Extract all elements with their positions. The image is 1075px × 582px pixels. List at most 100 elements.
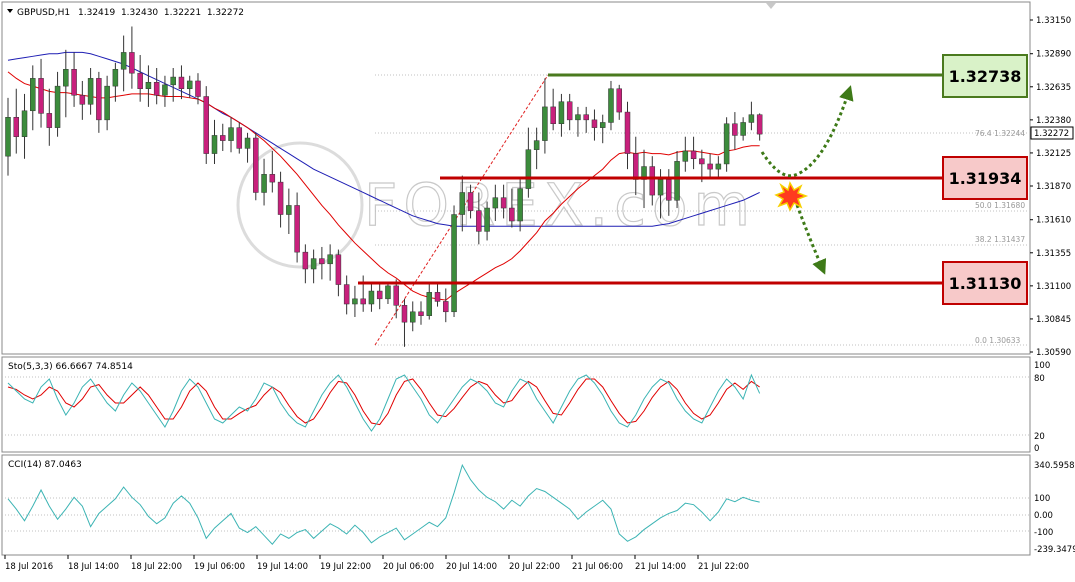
level-label-resistance: 1.32738 — [949, 67, 1022, 86]
candle-body — [220, 135, 226, 141]
price-tick-label: 1.30845 — [1036, 315, 1071, 325]
candle-body — [401, 305, 408, 323]
candle-body — [451, 214, 457, 313]
candle-body — [112, 69, 119, 87]
candle-body — [525, 149, 532, 189]
candle-body — [500, 197, 507, 209]
stoch-pane — [1, 356, 1031, 453]
candle-body — [690, 150, 697, 160]
price-tick-label: 1.30590 — [1036, 348, 1071, 358]
time-tick-label: 21 Jul 14:00 — [635, 562, 686, 572]
candle-body — [96, 78, 102, 121]
candle-body — [79, 94, 86, 105]
candle-body — [178, 76, 185, 89]
candle-body — [674, 161, 680, 201]
price-tick-label: 1.33150 — [1036, 16, 1071, 26]
candle-body — [723, 123, 730, 165]
price-tick-label: 1.31355 — [1036, 249, 1071, 259]
candle-body — [261, 174, 267, 193]
level-label-support: 1.31130 — [949, 274, 1022, 293]
candle-body — [63, 69, 69, 87]
candle-body — [748, 114, 755, 123]
cci-pane — [1, 454, 1031, 556]
candle-body — [558, 101, 565, 124]
price-tick-label: 1.32635 — [1036, 83, 1071, 93]
cci-tick-min: -239.3479 — [1034, 545, 1075, 555]
fib-label-0: 0.0 1.30633 — [975, 336, 1021, 345]
candle-body — [244, 137, 251, 149]
candle-body — [253, 137, 259, 193]
candle-body — [649, 166, 656, 196]
candle-body — [170, 76, 176, 86]
stoch-tick-100: 100 — [1034, 361, 1050, 371]
candle-body — [385, 285, 391, 300]
price-tick-label: 1.31100 — [1036, 282, 1071, 292]
ohlc-label: 1.32419 1.32430 1.32221 1.32272 — [78, 8, 244, 18]
candle-body — [608, 88, 614, 123]
candle-body — [740, 122, 746, 136]
candle-body — [426, 292, 433, 316]
candle-body — [443, 301, 449, 313]
candle-body — [360, 298, 366, 305]
candle-body — [294, 205, 300, 253]
candle-body — [409, 311, 416, 323]
price-tick-label: 1.32380 — [1036, 116, 1071, 126]
candle-body — [21, 110, 28, 137]
stoch-tick-0: 0 — [1034, 444, 1039, 454]
candle-body — [203, 96, 209, 154]
candle-body — [211, 135, 218, 154]
cci-label: CCI(14) 87.0463 — [8, 460, 82, 470]
candle-body — [368, 290, 375, 305]
candle-body — [302, 251, 309, 270]
stoch-label: Sto(5,3,3) 66.6667 74.8514 — [8, 362, 133, 372]
cci-tick-max: 340.5958 — [1034, 461, 1075, 471]
price-tick-label: 1.32125 — [1036, 149, 1071, 159]
candle-body — [624, 111, 631, 154]
candle-body — [120, 52, 127, 70]
stoch-tick-20: 20 — [1034, 432, 1045, 442]
candle-body — [5, 117, 11, 157]
candle-body — [467, 192, 474, 211]
candle-body — [542, 106, 548, 141]
current-price-label: 1.32272 — [1034, 129, 1069, 139]
time-tick-label: 18 Jul 22:00 — [131, 562, 182, 572]
time-tick-label: 19 Jul 14:00 — [257, 562, 308, 572]
candle-body — [418, 311, 424, 316]
candle-body — [550, 106, 556, 124]
candle-body — [459, 192, 466, 215]
stoch-tick-80: 80 — [1034, 374, 1045, 384]
candle-body — [104, 85, 110, 121]
candle-body — [699, 158, 705, 165]
candle-body — [30, 78, 36, 112]
candle-body — [633, 153, 639, 180]
level-label-pivot: 1.31934 — [949, 169, 1022, 188]
fib-label-382: 38.2 1.31437 — [975, 235, 1025, 244]
candle-body — [186, 80, 193, 89]
candle-body — [666, 179, 672, 201]
time-tick-label: 21 Jul 22:00 — [698, 562, 749, 572]
candle-body — [54, 85, 61, 128]
time-axis: 18 Jul 2016 18 Jul 14:00 18 Jul 22:00 19 Ju… — [4, 555, 749, 572]
candle-body — [13, 117, 20, 137]
candle-body — [137, 72, 143, 89]
candle-body — [162, 84, 168, 96]
time-tick-label: 20 Jul 22:00 — [509, 562, 560, 572]
price-tick-label: 1.31870 — [1036, 182, 1071, 192]
chart-canvas: FOREX.com 76.4 1.32244 50.0 1.31680 38.2… — [1, 1, 1075, 572]
candle-body — [599, 122, 606, 128]
price-tick-label: 1.32890 — [1036, 50, 1071, 60]
candle-body — [707, 163, 713, 170]
candle-body — [277, 181, 284, 215]
candle-body — [591, 119, 598, 128]
candle-body — [657, 179, 664, 196]
candle-body — [434, 292, 441, 302]
candle-body — [682, 150, 689, 162]
candle-body — [46, 113, 53, 128]
candle-body — [38, 78, 44, 114]
price-axis: 1.33150 1.32890 1.32635 1.32380 1.32125 1.318… — [1030, 16, 1071, 358]
time-tick-label: 19 Jul 22:00 — [320, 562, 371, 572]
candle-body — [228, 127, 234, 141]
fib-label-764: 76.4 1.32244 — [975, 129, 1025, 138]
candle-body — [575, 114, 581, 121]
candle-body — [286, 205, 292, 215]
